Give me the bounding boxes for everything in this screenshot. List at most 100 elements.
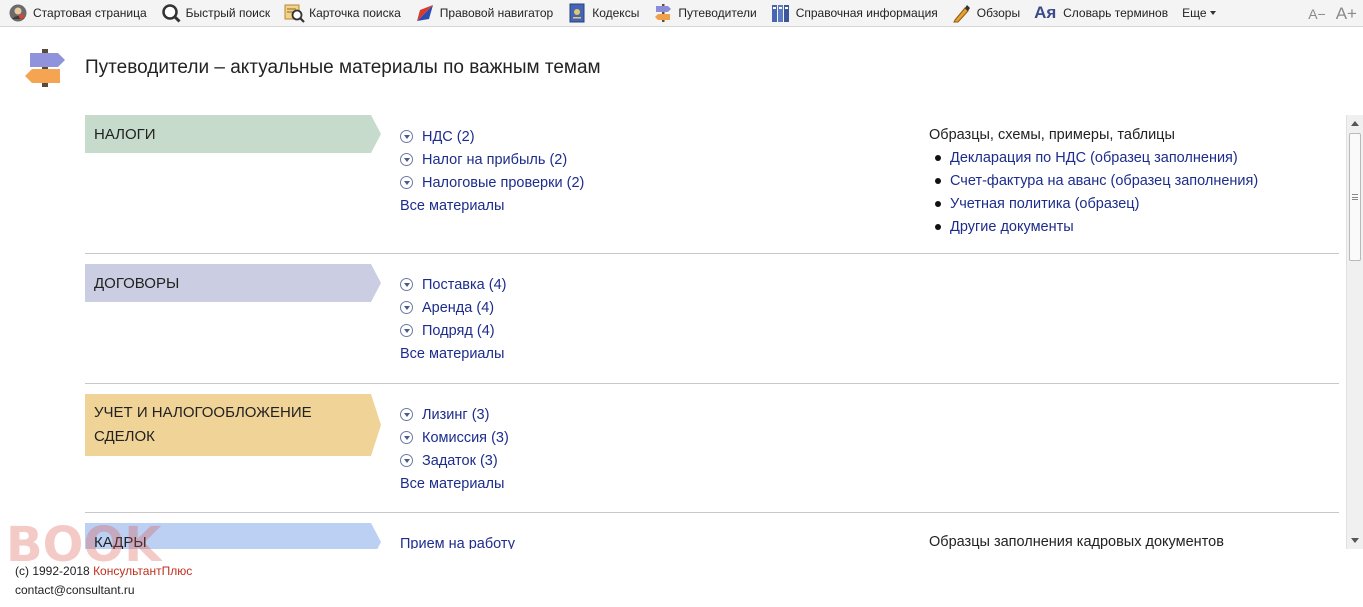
dictionary-icon: Aя: [1034, 3, 1058, 23]
expand-icon: [400, 301, 413, 314]
sample-item[interactable]: Счет-фактура на аванс (образец заполнени…: [929, 169, 1258, 192]
toolbar-reviews[interactable]: Обзоры: [944, 0, 1026, 27]
topic-label: Подряд: [422, 322, 473, 339]
search-card-icon: [284, 3, 305, 23]
topic-count: (4): [476, 299, 495, 316]
toolbar-label: Обзоры: [976, 6, 1021, 20]
topic-label: Комиссия: [422, 429, 488, 446]
vertical-scrollbar[interactable]: [1346, 115, 1363, 549]
section-title: НАЛОГИ: [94, 125, 156, 143]
samples-title: Образцы заполнения кадровых документов: [929, 534, 1224, 549]
topic-label: Налог на прибыль: [422, 151, 546, 168]
topic-item[interactable]: Налог на прибыль (2): [400, 148, 584, 171]
section-taxes: НАЛОГИ НДС (2) Налог на прибыль (2) Нало…: [85, 115, 1339, 254]
toolbar-quick-search[interactable]: Быстрый поиск: [153, 0, 276, 27]
topic-item[interactable]: НДС (2): [400, 125, 584, 148]
section-tag[interactable]: НАЛОГИ: [85, 115, 381, 153]
topic-count: (2): [549, 151, 568, 168]
all-materials-link[interactable]: Все материалы: [400, 194, 584, 217]
section-title: ДОГОВОРЫ: [94, 274, 180, 292]
topic-list: Прием на работу: [400, 532, 515, 550]
sample-link: Счет-фактура на аванс (образец заполнени…: [950, 172, 1259, 189]
sample-item[interactable]: Декларация по НДС (образец заполнения): [929, 146, 1258, 169]
page-header: Путеводители – актуальные материалы по в…: [22, 47, 601, 89]
font-bigger-button[interactable]: A+: [1336, 4, 1357, 24]
scrollbar-thumb[interactable]: [1349, 133, 1361, 261]
toolbar-label: Словарь терминов: [1063, 6, 1169, 20]
topic-item[interactable]: Подряд (4): [400, 319, 506, 342]
toolbar-label: Карточка поиска: [309, 6, 401, 20]
sample-item[interactable]: Другие документы: [929, 215, 1258, 238]
navigator-icon: [415, 3, 435, 23]
bullet: [935, 223, 941, 230]
scroll-up-arrow-icon[interactable]: [1351, 121, 1359, 126]
topic-item[interactable]: Поставка (4): [400, 273, 506, 296]
toolbar-label: Путеводители: [678, 6, 757, 20]
bullet: [935, 154, 941, 161]
dictionary-icon-text: Aя: [1034, 3, 1057, 22]
toolbar-label: Правовой навигатор: [439, 6, 554, 20]
topic-item[interactable]: Аренда (4): [400, 296, 506, 319]
signpost-icon: [653, 3, 673, 23]
section-tag[interactable]: ДОГОВОРЫ: [85, 264, 381, 302]
expand-icon: [400, 278, 413, 291]
expand-icon: [400, 153, 413, 166]
search-icon: [161, 3, 181, 23]
toolbar-label: Быстрый поиск: [185, 6, 271, 20]
sample-link: Другие документы: [950, 218, 1074, 235]
samples-block: Образцы заполнения кадровых документов: [929, 531, 1224, 549]
topic-count: (4): [488, 276, 507, 293]
topic-item[interactable]: Задаток (3): [400, 449, 509, 472]
contact-email[interactable]: contact@consultant.ru: [15, 581, 192, 600]
topic-item[interactable]: Налоговые проверки (2): [400, 171, 584, 194]
topic-count: (3): [471, 406, 490, 423]
copyright-line: (c) 1992-2018 КонсультантПлюс: [15, 562, 192, 581]
toolbar-search-card[interactable]: Карточка поиска: [276, 0, 407, 27]
topic-count: (4): [476, 322, 495, 339]
brand-link[interactable]: КонсультантПлюс: [93, 564, 192, 578]
top-toolbar: Стартовая страница Быстрый поиск Карточк…: [0, 0, 1363, 27]
toolbar-start-page[interactable]: Стартовая страница: [0, 0, 153, 27]
topic-label: Лизинг: [422, 406, 468, 423]
toolbar-guides[interactable]: Путеводители: [645, 0, 762, 27]
toolbar-legal-navigator[interactable]: Правовой навигатор: [407, 0, 559, 27]
copyright-text: (c) 1992-2018: [15, 564, 90, 578]
topic-label: Задаток: [422, 452, 476, 469]
topic-count: (2): [566, 174, 585, 191]
section-hr: КАДРЫ Прием на работу Образцы заполнения…: [85, 513, 1339, 549]
signpost-icon: [22, 47, 68, 89]
toolbar-dictionary[interactable]: Aя Словарь терминов: [1026, 0, 1174, 27]
font-size-controls: A− A+: [1308, 0, 1357, 27]
toolbar-more-menu[interactable]: Еще: [1174, 0, 1221, 27]
toolbar-label: Кодексы: [592, 6, 640, 20]
footer: (c) 1992-2018 КонсультантПлюс contact@co…: [15, 562, 192, 600]
sample-item[interactable]: Учетная политика (образец): [929, 192, 1258, 215]
topic-label: Налоговые проверки: [422, 174, 563, 191]
section-tag[interactable]: КАДРЫ: [85, 523, 381, 549]
section-title: КАДРЫ: [94, 533, 147, 550]
section-deals-accounting: УЧЕТ И НАЛОГООБЛОЖЕНИЕ СДЕЛОК Лизинг (3)…: [85, 384, 1339, 513]
toolbar-codexes[interactable]: Кодексы: [559, 0, 645, 27]
all-materials-link[interactable]: Все материалы: [400, 342, 506, 365]
topic-item[interactable]: Лизинг (3): [400, 403, 509, 426]
topic-item[interactable]: Комиссия (3): [400, 426, 509, 449]
toolbar-more-label: Еще: [1182, 6, 1207, 20]
all-materials-link[interactable]: Все материалы: [400, 472, 509, 495]
expand-icon: [400, 130, 413, 143]
topic-item[interactable]: Прием на работу: [400, 532, 515, 550]
page-title: Путеводители – актуальные материалы по в…: [85, 57, 601, 78]
topic-count: (2): [456, 128, 475, 145]
bullet: [935, 200, 941, 207]
topic-count: (3): [479, 452, 498, 469]
font-smaller-button[interactable]: A−: [1308, 6, 1326, 22]
bullet: [935, 177, 941, 184]
topic-list: НДС (2) Налог на прибыль (2) Налоговые п…: [400, 125, 584, 217]
toolbar-label: Справочная информация: [795, 6, 938, 20]
scroll-down-arrow-icon[interactable]: [1351, 538, 1359, 543]
section-tag[interactable]: УЧЕТ И НАЛОГООБЛОЖЕНИЕ СДЕЛОК: [85, 394, 381, 456]
section-title: УЧЕТ И НАЛОГООБЛОЖЕНИЕ СДЕЛОК: [94, 404, 312, 445]
sample-link: Учетная политика (образец): [950, 195, 1140, 212]
topic-count: (3): [491, 429, 509, 446]
toolbar-reference-info[interactable]: Справочная информация: [763, 0, 944, 27]
expand-icon: [400, 176, 413, 189]
